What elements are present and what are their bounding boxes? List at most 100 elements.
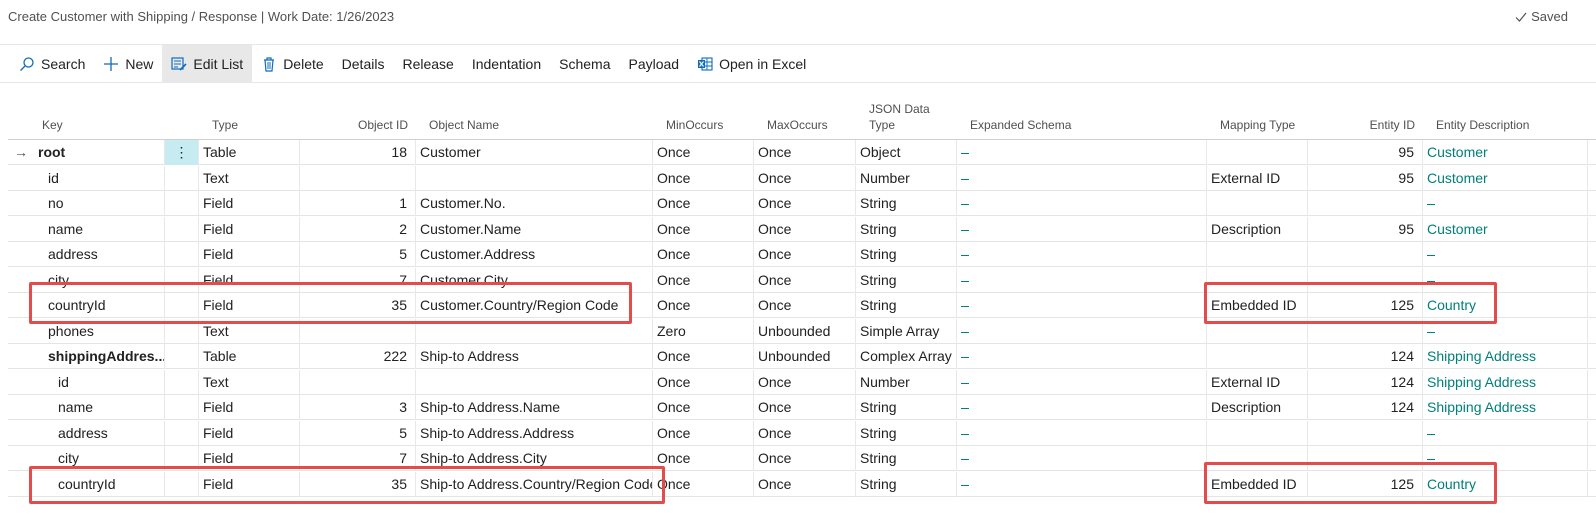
max-cell[interactable]: Once xyxy=(754,293,856,318)
expanded-schema-link[interactable] xyxy=(961,268,969,282)
entity-description-cell[interactable] xyxy=(1423,242,1588,267)
max-cell[interactable]: Once xyxy=(754,166,856,191)
mapping-cell[interactable]: External ID xyxy=(1207,370,1308,395)
expanded-schema-link[interactable] xyxy=(961,293,969,307)
min-cell[interactable]: Once xyxy=(653,166,754,191)
type-cell[interactable]: Text xyxy=(199,319,300,344)
row-menu-cell[interactable] xyxy=(165,191,199,216)
expanded-schema-link[interactable] xyxy=(961,472,969,486)
row-menu-cell[interactable] xyxy=(165,319,199,344)
object-name-cell[interactable]: Ship-to Address.Address xyxy=(416,421,653,446)
entity-description-link[interactable]: Country xyxy=(1427,297,1476,313)
expanded-schema-cell[interactable] xyxy=(957,421,1207,446)
max-cell[interactable]: Once xyxy=(754,395,856,420)
json-cell[interactable]: Number xyxy=(856,370,957,395)
table-row[interactable]: → root ⋮ Table 18 Customer Once Once Object 95 Cus… xyxy=(8,140,1596,165)
expanded-schema-cell[interactable] xyxy=(957,293,1207,318)
type-cell[interactable]: Field xyxy=(199,242,300,267)
column-header-json-line2[interactable]: Type xyxy=(869,118,895,133)
type-cell[interactable]: Table xyxy=(199,140,300,165)
release-button[interactable]: Release xyxy=(393,45,462,83)
entity-description-link[interactable] xyxy=(1427,421,1435,435)
column-header-max[interactable]: MaxOccurs xyxy=(767,118,828,133)
max-cell[interactable]: Once xyxy=(754,191,856,216)
object-id-cell[interactable]: 35 xyxy=(300,472,416,497)
entity-description-link[interactable] xyxy=(1427,191,1435,205)
max-cell[interactable]: Once xyxy=(754,446,856,471)
entity-description-cell[interactable]: Customer xyxy=(1423,217,1588,242)
entity-id-cell[interactable] xyxy=(1308,319,1423,344)
key-cell[interactable]: id xyxy=(30,166,165,191)
expanded-schema-cell[interactable] xyxy=(957,472,1207,497)
entity-id-cell[interactable]: 95 xyxy=(1308,166,1423,191)
key-cell[interactable]: countryId xyxy=(30,293,165,318)
min-cell[interactable]: Once xyxy=(653,395,754,420)
key-cell[interactable]: phones xyxy=(30,319,165,344)
row-menu-cell[interactable] xyxy=(165,293,199,318)
entity-description-cell[interactable]: Shipping Address xyxy=(1423,344,1588,369)
column-header-mapping[interactable]: Mapping Type xyxy=(1220,118,1295,133)
mapping-cell[interactable] xyxy=(1207,446,1308,471)
expanded-schema-link[interactable] xyxy=(961,319,969,333)
expanded-schema-cell[interactable] xyxy=(957,191,1207,216)
type-cell[interactable]: Field xyxy=(199,421,300,446)
search-button[interactable]: Search xyxy=(10,45,94,83)
key-cell[interactable]: root xyxy=(30,140,165,165)
object-id-cell[interactable] xyxy=(300,370,416,395)
entity-description-cell[interactable] xyxy=(1423,268,1588,293)
object-name-cell[interactable]: Customer xyxy=(416,140,653,165)
expanded-schema-cell[interactable] xyxy=(957,242,1207,267)
expanded-schema-link[interactable] xyxy=(961,421,969,435)
entity-description-cell[interactable]: Shipping Address xyxy=(1423,370,1588,395)
json-cell[interactable]: String xyxy=(856,242,957,267)
delete-button[interactable]: Delete xyxy=(252,45,332,83)
entity-description-link[interactable] xyxy=(1427,319,1435,333)
mapping-cell[interactable] xyxy=(1207,268,1308,293)
entity-id-cell[interactable] xyxy=(1308,446,1423,471)
entity-id-cell[interactable]: 124 xyxy=(1308,370,1423,395)
object-name-cell[interactable]: Customer.Address xyxy=(416,242,653,267)
entity-id-cell[interactable] xyxy=(1308,242,1423,267)
column-header-expanded[interactable]: Expanded Schema xyxy=(970,118,1071,133)
object-id-cell[interactable]: 222 xyxy=(300,344,416,369)
entity-id-cell[interactable]: 124 xyxy=(1308,344,1423,369)
min-cell[interactable]: Once xyxy=(653,344,754,369)
expanded-schema-cell[interactable] xyxy=(957,446,1207,471)
max-cell[interactable]: Once xyxy=(754,472,856,497)
json-cell[interactable]: String xyxy=(856,421,957,446)
min-cell[interactable]: Once xyxy=(653,268,754,293)
max-cell[interactable]: Unbounded xyxy=(754,319,856,344)
column-header-entity-id[interactable]: Entity ID xyxy=(1370,118,1415,133)
table-row[interactable]: no Field 1 Customer.No. Once Once String xyxy=(8,191,1596,216)
entity-description-cell[interactable]: Country xyxy=(1423,472,1588,497)
mapping-cell[interactable] xyxy=(1207,242,1308,267)
object-id-cell[interactable]: 1 xyxy=(300,191,416,216)
key-cell[interactable]: countryId xyxy=(30,472,165,497)
min-cell[interactable]: Once xyxy=(653,242,754,267)
entity-description-link[interactable]: Shipping Address xyxy=(1427,399,1536,415)
entity-description-cell[interactable]: Customer xyxy=(1423,166,1588,191)
entity-description-link[interactable]: Country xyxy=(1427,476,1476,492)
min-cell[interactable]: Zero xyxy=(653,319,754,344)
row-menu-cell[interactable] xyxy=(165,395,199,420)
json-cell[interactable]: String xyxy=(856,472,957,497)
column-header-type[interactable]: Type xyxy=(212,118,238,133)
row-menu-cell[interactable] xyxy=(165,344,199,369)
json-cell[interactable]: String xyxy=(856,217,957,242)
table-row[interactable]: countryId Field 35 Customer.Country/Region … xyxy=(8,293,1596,318)
object-id-cell[interactable]: 2 xyxy=(300,217,416,242)
expanded-schema-cell[interactable] xyxy=(957,319,1207,344)
json-cell[interactable]: String xyxy=(856,446,957,471)
entity-id-cell[interactable]: 125 xyxy=(1308,472,1423,497)
max-cell[interactable]: Once xyxy=(754,370,856,395)
table-row[interactable]: city Field 7 Customer.City Once Once String xyxy=(8,268,1596,293)
entity-description-cell[interactable]: Shipping Address xyxy=(1423,395,1588,420)
json-cell[interactable]: Object xyxy=(856,140,957,165)
min-cell[interactable]: Once xyxy=(653,421,754,446)
object-id-cell[interactable]: 5 xyxy=(300,242,416,267)
indentation-button[interactable]: Indentation xyxy=(463,45,550,83)
expanded-schema-link[interactable] xyxy=(961,395,969,409)
type-cell[interactable]: Field xyxy=(199,293,300,318)
type-cell[interactable]: Field xyxy=(199,268,300,293)
object-name-cell[interactable] xyxy=(416,370,653,395)
